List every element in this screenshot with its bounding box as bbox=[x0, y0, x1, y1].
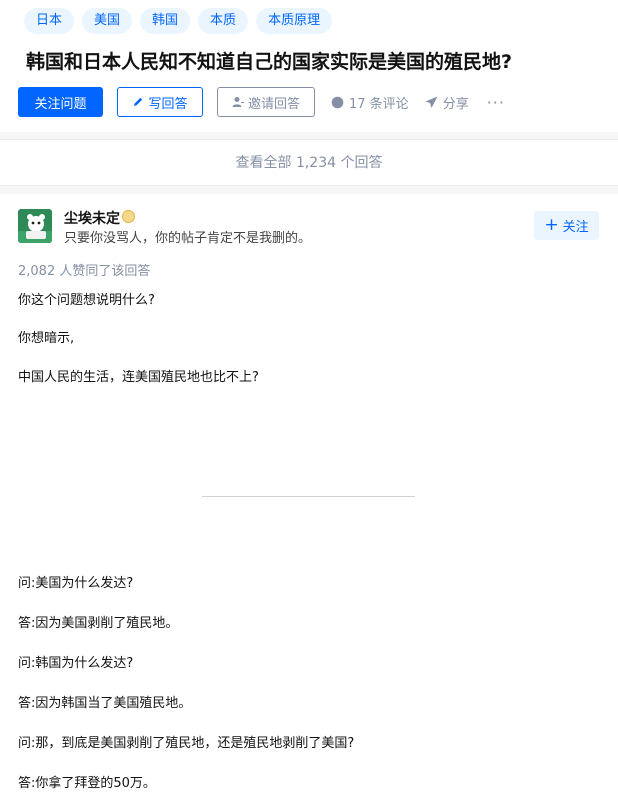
author-bio: 只要你没骂人，你的帖子肯定不是我删的。 bbox=[64, 231, 312, 246]
question-header: 日本 美国 韩国 本质 本质原理 韩国和日本人民知不知道自己的国家实际是美国的殖… bbox=[0, 0, 618, 132]
question-title[interactable]: 韩国和日本人民知不知道自己的国家实际是美国的殖民地? bbox=[26, 49, 512, 75]
vote-count: 2,082 人赞同了该回答 bbox=[18, 264, 151, 279]
topic-tag[interactable]: 韩国 bbox=[140, 8, 191, 34]
topic-tag[interactable]: 本质原理 bbox=[256, 8, 333, 34]
plus-icon: + bbox=[544, 215, 559, 235]
answer-paragraph: 问:韩国为什么发达? bbox=[18, 656, 134, 671]
share-button[interactable]: 分享 bbox=[425, 93, 469, 112]
answer-paragraph: 你这个问题想说明什么? bbox=[18, 293, 155, 308]
answer-card: 尘埃未定 只要你没骂人，你的帖子肯定不是我删的。 + 关注 2,082 人赞同了… bbox=[0, 194, 618, 800]
share-plane-icon bbox=[425, 96, 438, 109]
answer-paragraph: 你想暗示, bbox=[18, 331, 75, 346]
topic-tag[interactable]: 本质 bbox=[198, 8, 249, 34]
view-all-answers-label: 查看全部 1,234 个回答 bbox=[235, 155, 383, 171]
answer-paragraph: 问:美国为什么发达? bbox=[18, 576, 134, 591]
pen-icon bbox=[132, 96, 144, 108]
follow-author-label: 关注 bbox=[562, 220, 589, 235]
question-actions: 关注问题 写回答 邀请回答 17 条评论 分享 ··· bbox=[18, 87, 505, 117]
comments-label: 17 条评论 bbox=[349, 96, 409, 112]
follow-question-button[interactable]: 关注问题 bbox=[18, 87, 103, 117]
answer-paragraph: 问:那，到底是美国剥削了殖民地，还是殖民地剥削了美国? bbox=[18, 736, 355, 751]
invite-answer-button[interactable]: 邀请回答 bbox=[217, 87, 315, 117]
view-all-answers-link[interactable]: 查看全部 1,234 个回答 bbox=[0, 139, 618, 186]
write-answer-button[interactable]: 写回答 bbox=[117, 87, 203, 117]
topic-tag[interactable]: 美国 bbox=[82, 8, 133, 34]
author-name[interactable]: 尘埃未定 bbox=[64, 208, 120, 228]
follow-question-label: 关注问题 bbox=[34, 96, 87, 112]
answer-paragraph: 答:因为美国剥削了殖民地。 bbox=[18, 616, 179, 631]
answer-paragraph: 中国人民的生活，连美国殖民地也比不上? bbox=[18, 370, 259, 385]
topic-tag[interactable]: 日本 bbox=[24, 8, 75, 34]
author-badge-icon bbox=[122, 210, 135, 223]
write-answer-label: 写回答 bbox=[148, 96, 188, 112]
content-divider bbox=[202, 496, 415, 497]
invite-user-icon bbox=[232, 96, 244, 108]
more-options-button[interactable]: ··· bbox=[487, 93, 505, 112]
answer-paragraph: 答:因为韩国当了美国殖民地。 bbox=[18, 696, 192, 711]
follow-author-button[interactable]: + 关注 bbox=[534, 211, 599, 240]
share-label: 分享 bbox=[442, 96, 469, 112]
invite-answer-label: 邀请回答 bbox=[247, 96, 300, 112]
comment-icon bbox=[331, 96, 344, 109]
avatar[interactable] bbox=[18, 209, 52, 243]
answer-paragraph: 答:你拿了拜登的50万。 bbox=[18, 776, 156, 791]
comments-button[interactable]: 17 条评论 bbox=[331, 93, 409, 112]
topic-list: 日本 美国 韩国 本质 本质原理 bbox=[24, 8, 333, 34]
